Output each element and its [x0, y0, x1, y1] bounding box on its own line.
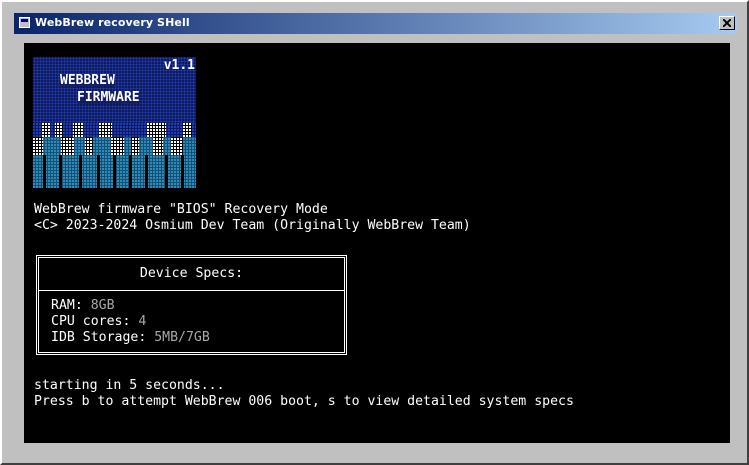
close-button[interactable]	[719, 16, 735, 30]
spec-label: CPU cores:	[51, 314, 139, 329]
logo-equalizer-bars	[33, 123, 196, 188]
boot-options-prompt: Press b to attempt WebBrew 006 boot, s t…	[34, 394, 574, 409]
boot-countdown-line: starting in 5 seconds...	[34, 378, 225, 393]
spec-row-storage: IDB Storage: 5MB/7GB	[51, 330, 210, 346]
logo-title-line2: FIRMWARE	[77, 90, 140, 105]
copyright-line: <C> 2023-2024 Osmium Dev Team (Originall…	[34, 218, 471, 233]
spec-row-cpu: CPU cores: 4	[51, 314, 146, 330]
logo-title-line1: WEBBREW	[60, 73, 115, 88]
spec-value: 8GB	[90, 298, 115, 313]
spec-value: 5MB/7GB	[154, 330, 210, 345]
spec-value: 4	[138, 314, 147, 329]
recovery-shell-window: WebBrew recovery SHell v1.1 WEBBREW FIRM…	[0, 0, 749, 465]
window-title: WebBrew recovery SHell	[35, 16, 190, 29]
spec-label: IDB Storage:	[51, 330, 155, 345]
webbrew-firmware-logo: v1.1 WEBBREW FIRMWARE	[33, 57, 196, 188]
mode-line: WebBrew firmware "BIOS" Recovery Mode	[34, 202, 328, 217]
logo-version: v1.1	[163, 58, 195, 73]
window-app-icon	[19, 17, 30, 28]
console-screen[interactable]: v1.1 WEBBREW FIRMWARE WebBrew firmware "…	[24, 43, 730, 443]
spec-label: RAM:	[51, 298, 91, 313]
device-specs-panel: Device Specs: RAM: 8GB CPU cores: 4 IDB …	[36, 255, 347, 355]
close-icon	[723, 19, 731, 27]
title-bar[interactable]: WebBrew recovery SHell	[14, 13, 737, 34]
spec-row-ram: RAM: 8GB	[51, 298, 115, 314]
device-specs-title: Device Specs:	[39, 258, 344, 291]
